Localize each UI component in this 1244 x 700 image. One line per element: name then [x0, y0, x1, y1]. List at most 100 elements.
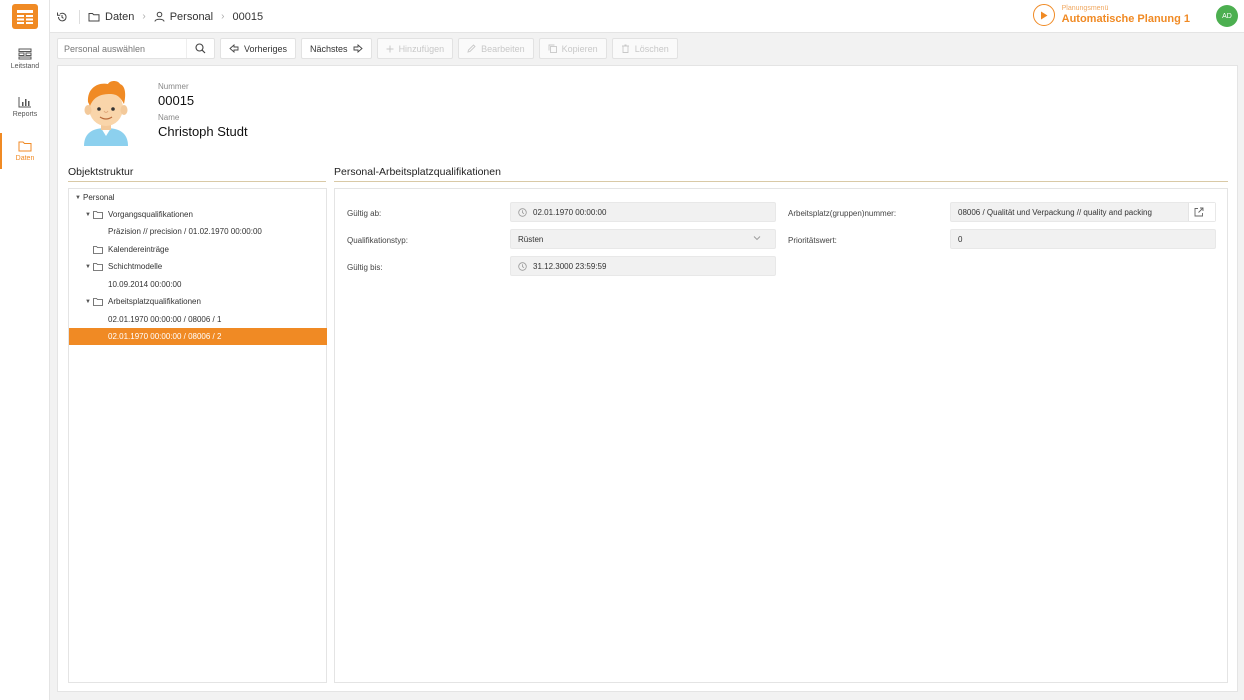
qual-type-label: Qualifikationstyp: [347, 236, 408, 245]
edit-button-label: Bearbeiten [481, 43, 525, 54]
folder-icon [93, 262, 103, 271]
priority-label: Prioritätswert: [788, 236, 837, 245]
left-rail: Leitstand Reports Daten [0, 0, 50, 700]
toolbar: Vorheriges Nächstes Hinzufügen Bearbeite… [57, 38, 678, 59]
structure-title: Objektstruktur [68, 166, 326, 182]
priority-value: 0 [958, 234, 963, 244]
edit-button[interactable]: Bearbeiten [458, 38, 534, 59]
arrow-right-icon [353, 44, 363, 53]
person-name: Christoph Studt [158, 124, 248, 139]
caret-down-icon[interactable]: ▼ [85, 212, 93, 218]
caret-down-icon[interactable]: ▼ [75, 195, 83, 201]
folder-icon [88, 12, 100, 22]
add-button-label: Hinzufügen [398, 43, 445, 54]
app-logo[interactable] [12, 4, 38, 29]
tree-node-qualification-2[interactable]: 02.01.1970 00:00:00 / 08006 / 2 [69, 328, 327, 345]
previous-button-label: Vorheriges [244, 43, 288, 54]
tree-node-arbeitsplatzqualifikationen[interactable]: ▼ Arbeitsplatzqualifikationen [85, 293, 201, 310]
add-button[interactable]: Hinzufügen [376, 38, 454, 59]
priority-field[interactable]: 0 [950, 229, 1216, 249]
valid-from-value: 02.01.1970 00:00:00 [533, 207, 607, 217]
next-button[interactable]: Nächstes [301, 38, 372, 59]
person-avatar-icon [80, 80, 132, 149]
rail-label-reports: Reports [12, 111, 38, 118]
valid-to-value: 31.12.3000 23:59:59 [533, 261, 607, 271]
play-icon[interactable] [1032, 4, 1055, 26]
bar-chart-icon [18, 97, 31, 108]
person-meta: Nummer 00015 Name Christoph Studt [158, 82, 248, 144]
external-link-icon [1194, 207, 1204, 217]
copy-icon [548, 44, 557, 53]
tree-node-label: 02.01.1970 00:00:00 / 08006 / 1 [108, 315, 222, 324]
qual-type-value: Rüsten [518, 234, 544, 244]
grid-logo-icon [17, 9, 33, 24]
tree-node-schichtmodell-date[interactable]: 10.09.2014 00:00:00 [108, 276, 181, 293]
tree-node-schichtmodelle[interactable]: ▼ Schichtmodelle [85, 258, 162, 275]
folder-icon [18, 141, 32, 152]
planning-menu[interactable]: Planungsmenü Automatische Planung 1 [1032, 4, 1190, 26]
name-label: Name [158, 113, 180, 122]
tree-node-label: Arbeitsplatzqualifikationen [108, 297, 201, 306]
control-center-icon [18, 48, 32, 60]
valid-from-label: Gültig ab: [347, 209, 382, 218]
copy-button[interactable]: Kopieren [538, 38, 607, 59]
rail-item-reports[interactable]: Reports [0, 85, 50, 129]
caret-down-icon[interactable]: ▼ [85, 299, 93, 305]
chevron-right-icon: › [221, 11, 225, 22]
pencil-icon [467, 44, 476, 53]
tree-node-kalendereintraege[interactable]: Kalendereinträge [93, 241, 169, 258]
breadcrumb-personal[interactable]: Personal [170, 11, 213, 23]
clock-icon [518, 207, 527, 217]
search-box [57, 38, 215, 59]
history-icon[interactable] [56, 11, 68, 23]
delete-button-label: Löschen [634, 43, 669, 54]
workplace-field[interactable]: 08006 / Qualität und Verpackung // quali… [950, 202, 1216, 222]
tree-node-label: Personal [83, 193, 115, 202]
search-button[interactable] [186, 39, 214, 58]
workplace-value: 08006 / Qualität und Verpackung // quali… [958, 207, 1152, 217]
tree-node-personal[interactable]: ▼ Personal [75, 189, 115, 206]
person-icon [154, 11, 165, 22]
user-avatar[interactable]: AD [1216, 5, 1238, 27]
tree-node-label: Kalendereinträge [108, 245, 169, 254]
person-number: 00015 [158, 93, 195, 108]
open-external-button[interactable] [1188, 203, 1215, 221]
chevron-right-icon: › [142, 11, 146, 22]
top-bar: Daten › Personal › 00015 Planungsmenü Au… [50, 0, 1244, 33]
rail-label-leitstand: Leitstand [10, 63, 40, 70]
rail-label-daten: Daten [15, 155, 35, 162]
chevron-down-icon [753, 236, 761, 241]
tree-node-label: 10.09.2014 00:00:00 [108, 280, 182, 289]
arrow-left-icon [229, 44, 239, 53]
tree-node-label: 02.01.1970 00:00:00 / 08006 / 2 [108, 332, 222, 341]
tree-node-vorgangsqualifikationen[interactable]: ▼ Vorgangsqualifikationen [85, 206, 193, 223]
trash-icon [621, 44, 629, 53]
plus-icon [386, 45, 394, 52]
valid-from-field[interactable]: 02.01.1970 00:00:00 [510, 202, 776, 222]
breadcrumb-daten[interactable]: Daten [105, 11, 134, 23]
search-icon [195, 43, 206, 54]
next-button-label: Nächstes [310, 43, 348, 54]
folder-icon [93, 297, 103, 306]
qual-type-select[interactable]: Rüsten [510, 229, 776, 249]
tree-node-label: Vorgangsqualifikationen [108, 210, 193, 219]
breadcrumb-divider [79, 9, 80, 24]
tree-node-label: Schichtmodelle [108, 262, 163, 271]
workplace-label: Arbeitsplatz(gruppen)nummer: [788, 209, 897, 218]
folder-icon [93, 245, 103, 254]
main-card: Nummer 00015 Name Christoph Studt Objekt… [57, 65, 1238, 692]
delete-button[interactable]: Löschen [611, 38, 678, 59]
valid-to-label: Gültig bis: [347, 263, 383, 272]
breadcrumb-current: 00015 [232, 10, 264, 23]
details-title: Personal-Arbeitsplatzqualifikationen [334, 166, 1228, 182]
search-input[interactable] [58, 39, 186, 58]
tree-node-praezision[interactable]: Präzision // precision / 01.02.1970 00:0… [108, 223, 262, 240]
tree-node-qualification-1[interactable]: 02.01.1970 00:00:00 / 08006 / 1 [108, 311, 221, 328]
previous-button[interactable]: Vorheriges [220, 38, 297, 59]
rail-item-daten[interactable]: Daten [0, 129, 50, 173]
rail-item-leitstand[interactable]: Leitstand [0, 37, 50, 81]
copy-button-label: Kopieren [561, 43, 598, 54]
valid-to-field[interactable]: 31.12.3000 23:59:59 [510, 256, 776, 276]
caret-down-icon[interactable]: ▼ [85, 264, 93, 270]
folder-icon [93, 210, 103, 219]
